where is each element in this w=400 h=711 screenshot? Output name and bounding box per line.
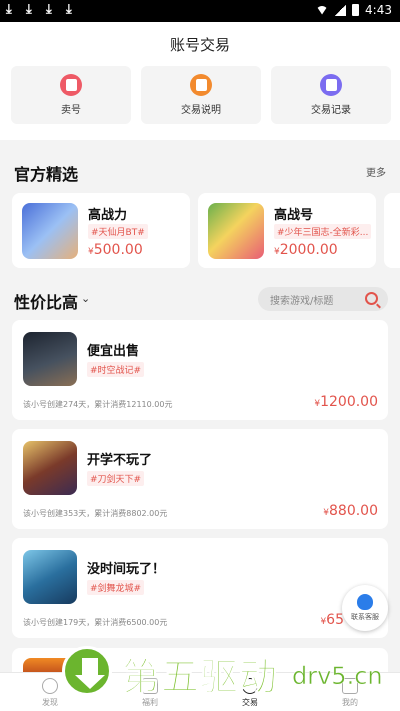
account-meta: 该小号创建274天，累计消费12110.00元 — [23, 400, 173, 409]
listing-title: 便宜出售 — [87, 344, 140, 359]
account-meta: 该小号创建179天，累计消费6500.00元 — [23, 618, 168, 627]
support-icon — [357, 594, 373, 610]
game-tag: #刀剑天下# — [87, 471, 145, 486]
game-tag: #剑舞龙城# — [87, 580, 145, 595]
listing-price: ¥1200.00 — [314, 394, 378, 410]
sort-dropdown[interactable]: 性价比高 — [14, 289, 78, 313]
top-panel: 账号交易 卖号 交易说明 交易记录 — [0, 22, 400, 140]
watermark-text: 第五驱动 — [121, 655, 279, 700]
game-thumbnail — [23, 550, 77, 604]
search-input[interactable]: 搜索游戏/标题 — [258, 287, 388, 311]
download-icon: ⤓ — [26, 2, 32, 17]
compass-icon — [42, 678, 58, 694]
wifi-icon — [316, 5, 329, 15]
download-icon: ⤓ — [46, 2, 52, 17]
card-price: ¥500.00 — [88, 242, 143, 258]
signal-icon — [334, 4, 347, 16]
search-icon[interactable] — [365, 292, 378, 305]
card-title: 高战号 — [274, 208, 314, 223]
chevron-down-icon[interactable]: ⌄ — [81, 292, 90, 305]
status-bar: ⤓ ⤓ ⤓ ⤓ 4:43 — [0, 0, 400, 22]
more-link[interactable]: 更多 — [366, 164, 386, 179]
recommended-card-peek[interactable] — [384, 193, 400, 268]
download-icon: ⤓ — [6, 2, 12, 17]
record-icon — [320, 74, 342, 96]
account-meta: 该小号创建353天，累计消费8802.00元 — [23, 509, 168, 518]
recommended-card[interactable]: 高战力 #天仙月BT# ¥500.00 — [12, 193, 190, 268]
tab-label: 发现 — [42, 698, 58, 707]
trade-guide-button[interactable]: 交易说明 — [141, 66, 261, 124]
listing-card[interactable]: 开学不玩了 #刀剑天下# 该小号创建353天，累计消费8802.00元 ¥880… — [12, 429, 388, 529]
listing-card[interactable]: 便宜出售 #时空战记# 该小号创建274天，累计消费12110.00元 ¥120… — [12, 320, 388, 420]
game-thumbnail — [208, 203, 264, 259]
card-price: ¥2000.00 — [274, 242, 338, 258]
game-tag: #少年三国志-全新彩... — [274, 224, 372, 239]
card-title: 高战力 — [88, 208, 128, 223]
page-title: 账号交易 — [169, 36, 230, 54]
recommended-card[interactable]: 高战号 #少年三国志-全新彩... ¥2000.00 — [198, 193, 376, 268]
game-thumbnail — [23, 441, 77, 495]
trade-record-label: 交易记录 — [311, 105, 351, 116]
listing-title: 开学不玩了 — [87, 453, 153, 468]
game-thumbnail — [22, 203, 78, 259]
listing-title: 没时间玩了！ — [87, 562, 166, 577]
listing-card[interactable]: 没时间玩了！ #剑舞龙城# 该小号创建179天，累计消费6500.00元 ¥65 — [12, 538, 388, 638]
game-tag: #时空战记# — [87, 362, 145, 377]
battery-icon — [352, 4, 360, 16]
status-time: 4:43 — [365, 3, 392, 17]
watermark-domain: drv5.cn — [292, 662, 383, 691]
watermark: 第五驱动 drv5.cn — [60, 644, 390, 704]
sell-label: 卖号 — [61, 105, 81, 116]
download-arrow-icon — [62, 646, 112, 696]
game-thumbnail — [23, 332, 77, 386]
sell-icon — [60, 74, 82, 96]
trade-record-button[interactable]: 交易记录 — [271, 66, 391, 124]
customer-service-button[interactable]: 联系客服 — [342, 585, 388, 631]
guide-icon — [190, 74, 212, 96]
listing-price: ¥65 — [320, 612, 344, 628]
search-placeholder: 搜索游戏/标题 — [270, 296, 334, 307]
entry-row: 卖号 交易说明 交易记录 — [11, 66, 391, 124]
download-icon: ⤓ — [66, 2, 72, 17]
sell-button[interactable]: 卖号 — [11, 66, 131, 124]
customer-service-label: 联系客服 — [351, 613, 379, 621]
game-tag: #天仙月BT# — [88, 224, 148, 239]
section-title-recommended: 官方精选 — [14, 165, 79, 184]
trade-guide-label: 交易说明 — [181, 105, 221, 116]
listing-price: ¥880.00 — [323, 503, 378, 519]
